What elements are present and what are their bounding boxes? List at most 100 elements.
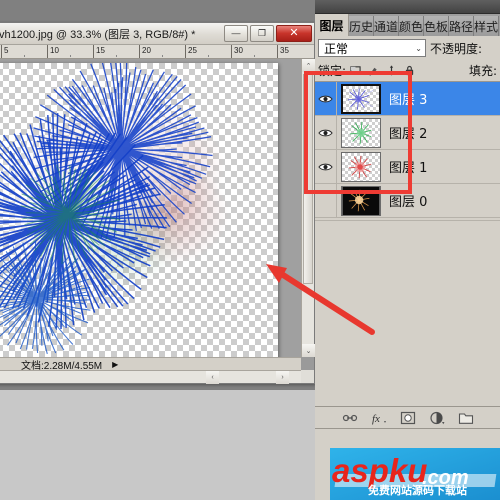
minimize-button[interactable]: — xyxy=(224,25,248,42)
group-folder-icon[interactable] xyxy=(458,410,474,426)
chevron-down-icon: ⌄ xyxy=(305,347,312,355)
canvas-scroll-region[interactable] xyxy=(0,59,301,357)
adjustment-icon[interactable] xyxy=(429,410,445,426)
fill-label: 填充: xyxy=(468,63,497,78)
table-row[interactable]: 图层 1 xyxy=(315,150,500,184)
panel-drag-bar[interactable] xyxy=(315,0,500,14)
eye-icon xyxy=(318,163,333,170)
layer-thumbnail[interactable] xyxy=(341,117,381,148)
horizontal-ruler[interactable]: 5 10 15 20 25 30 35 xyxy=(0,45,314,59)
lock-position-icon[interactable] xyxy=(386,64,397,76)
layer-name-label: 图层 3 xyxy=(389,93,428,108)
chevron-right-icon: › xyxy=(281,374,284,381)
layer-name-label: 图层 1 xyxy=(389,161,428,176)
canvas-vertical-scrollbar[interactable]: ⌃ ⌄ xyxy=(301,59,315,357)
chevron-left-icon: ‹ xyxy=(211,374,214,381)
canvas-horizontal-scrollbar[interactable]: ‹ › xyxy=(0,370,301,384)
photoshop-screenshot: vh1200.jpg @ 33.3% (图层 3, RGB/8#) * — ❐ … xyxy=(0,0,500,500)
blend-mode-row: 正常 ⌄ 不透明度: xyxy=(315,36,500,60)
maximize-button[interactable]: ❐ xyxy=(250,25,274,42)
document-window: vh1200.jpg @ 33.3% (图层 3, RGB/8#) * — ❐ … xyxy=(0,22,315,384)
layer-visibility-toggle[interactable] xyxy=(315,82,337,115)
eye-icon xyxy=(318,129,333,136)
table-row[interactable]: 图层 3 xyxy=(315,82,500,116)
blend-mode-select[interactable]: 正常 ⌄ xyxy=(318,39,426,57)
layers-panel-footer: fx xyxy=(315,406,500,428)
thumbnail-artwork xyxy=(347,88,374,109)
tab-label: 色板 xyxy=(424,19,449,34)
status-expand-button[interactable]: ▶ xyxy=(112,360,118,369)
tab-paths[interactable]: 路径 xyxy=(449,16,474,36)
layer-thumbnail[interactable] xyxy=(341,151,381,182)
scroll-left-button[interactable]: ‹ xyxy=(206,371,219,384)
tab-label: 颜色 xyxy=(399,19,424,34)
tab-styles[interactable]: 样式 xyxy=(474,16,499,36)
layer-name-label: 图层 2 xyxy=(389,127,428,142)
artwork-firework-burst xyxy=(0,63,229,355)
watermark: aspku .com 免费网站源码下载站 xyxy=(330,448,500,500)
maximize-icon: ❐ xyxy=(257,28,267,38)
artboard[interactable] xyxy=(0,63,278,357)
svg-text:fx: fx xyxy=(372,413,380,425)
ruler-tick-label: 25 xyxy=(188,46,197,55)
ruler-tick-label: 15 xyxy=(96,46,105,55)
scroll-up-button[interactable]: ⌃ xyxy=(302,59,315,72)
lock-image-brush-icon[interactable] xyxy=(368,65,379,76)
tab-label: 历史 xyxy=(349,19,374,34)
eye-icon xyxy=(318,95,333,102)
mask-icon[interactable] xyxy=(400,410,416,426)
document-titlebar[interactable]: vh1200.jpg @ 33.3% (图层 3, RGB/8#) * — ❐ … xyxy=(0,23,314,45)
layer-visibility-toggle[interactable] xyxy=(315,150,337,183)
opacity-label: 不透明度: xyxy=(430,41,483,56)
lock-row: 锁定: 填充: xyxy=(315,60,500,80)
minimize-icon: — xyxy=(231,28,241,38)
tab-channels[interactable]: 通道 xyxy=(374,16,399,36)
layers-list: 图层 3 图层 2 图层 1 图层 0 xyxy=(315,81,500,220)
tab-swatches[interactable]: 色板 xyxy=(424,16,449,36)
lock-transparency-icon[interactable] xyxy=(350,65,361,76)
watermark-sub-text: 免费网站源码下载站 xyxy=(368,483,467,497)
table-row[interactable]: 图层 2 xyxy=(315,116,500,150)
thumbnail-artwork xyxy=(348,155,372,178)
link-icon[interactable] xyxy=(342,410,358,426)
thumbnail-artwork xyxy=(342,186,380,215)
layer-name-label: 图层 0 xyxy=(389,195,428,210)
scrollbar-resize-corner[interactable] xyxy=(301,370,314,383)
ruler-tick-label: 30 xyxy=(234,46,243,55)
ruler-tick-label: 10 xyxy=(50,46,59,55)
scroll-right-button[interactable]: › xyxy=(276,371,289,384)
tab-label: 路径 xyxy=(449,19,474,34)
vertical-scroll-thumb[interactable] xyxy=(303,74,313,284)
table-row[interactable]: 图层 0 xyxy=(315,184,500,218)
canvas-area: ⌃ ⌄ 文档:2.28M/4.55M ▶ ‹ › xyxy=(0,59,315,384)
scroll-down-button[interactable]: ⌄ xyxy=(302,344,315,357)
tab-history[interactable]: 历史 xyxy=(349,16,374,36)
document-title: vh1200.jpg @ 33.3% (图层 3, RGB/8#) * xyxy=(0,28,196,41)
layer-visibility-toggle[interactable] xyxy=(315,184,337,217)
layer-visibility-toggle[interactable] xyxy=(315,116,337,149)
lock-all-icon[interactable] xyxy=(404,65,415,76)
lock-label: 锁定: xyxy=(318,63,347,78)
ruler-tick-label: 5 xyxy=(4,46,9,55)
tab-layers[interactable]: 图层 xyxy=(315,14,349,36)
panel-tab-strip: 图层 历史 通道 颜色 色板 路径 样式 xyxy=(315,14,500,36)
tab-label: 图层 xyxy=(319,18,344,33)
window-controls: — ❐ ✕ xyxy=(224,25,312,42)
fx-icon[interactable]: fx xyxy=(371,410,387,426)
chevron-up-icon: ⌃ xyxy=(305,62,312,70)
ruler-tick-label: 35 xyxy=(280,46,289,55)
layer-thumbnail[interactable] xyxy=(341,83,381,114)
chevron-down-icon: ⌄ xyxy=(415,43,422,53)
workspace-background-lower xyxy=(0,390,315,500)
thumbnail-artwork xyxy=(349,121,372,144)
layers-panel: 图层 历史 通道 颜色 色板 路径 样式 正常 ⌄ 不透明度: 锁定: 填充: … xyxy=(315,0,500,500)
watermark-graphic: aspku .com 免费网站源码下载站 xyxy=(330,448,500,500)
tab-color[interactable]: 颜色 xyxy=(399,16,424,36)
document-status-bar: 文档:2.28M/4.55M ▶ xyxy=(0,357,301,372)
ruler-tick-label: 20 xyxy=(142,46,151,55)
close-button[interactable]: ✕ xyxy=(276,25,312,42)
lock-toggle-group xyxy=(350,64,415,76)
close-icon: ✕ xyxy=(289,27,299,39)
layer-thumbnail[interactable] xyxy=(341,185,381,216)
tab-label: 样式 xyxy=(474,19,499,34)
